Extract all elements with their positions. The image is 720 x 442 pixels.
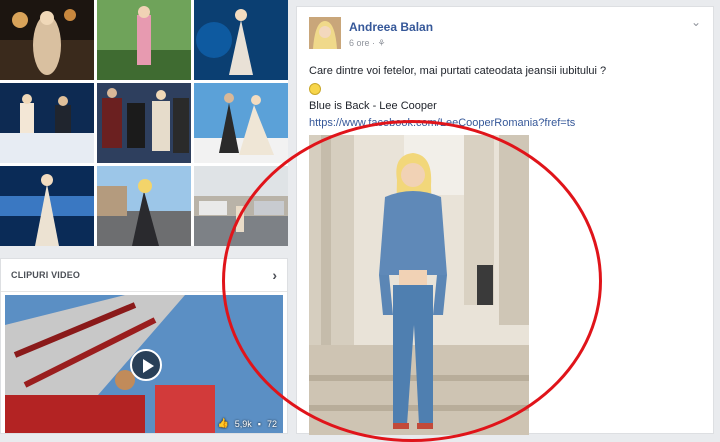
video-stats: 👍 5,9k ▪ 72	[218, 418, 277, 429]
globe-icon: ⚘	[377, 38, 386, 48]
photo-grid	[0, 0, 288, 246]
thumbnail-image	[194, 83, 288, 163]
photo-thumbnail[interactable]	[0, 83, 94, 163]
comment-icon: ▪	[257, 418, 261, 429]
post-author[interactable]: Andreea Balan	[349, 20, 433, 34]
thumbnail-image	[0, 83, 94, 163]
chevron-right-icon[interactable]: ›	[272, 267, 277, 283]
photo-thumbnail[interactable]	[97, 83, 191, 163]
thumbnail-image	[97, 166, 191, 246]
facebook-post: Andreea Balan 6 ore · ⚘ ⌄ Care dintre vo…	[296, 6, 714, 435]
like-icon: 👍	[217, 418, 229, 428]
thumbnail-image	[97, 0, 191, 80]
thumbnail-image	[194, 166, 288, 246]
clips-header: CLIPURI VIDEO ›	[1, 259, 287, 292]
thumbnail-image	[0, 166, 94, 246]
photo-thumbnail[interactable]	[0, 166, 94, 246]
clips-title: CLIPURI VIDEO	[11, 270, 81, 280]
video-thumbnail[interactable]: 👍 5,9k ▪ 72	[5, 295, 283, 433]
thumbnail-image	[194, 0, 288, 80]
avatar[interactable]	[309, 17, 341, 49]
thumbnail-image	[0, 0, 94, 80]
photo-thumbnail[interactable]	[97, 166, 191, 246]
video-clips-panel: CLIPURI VIDEO › 👍 5,9k ▪ 72	[0, 258, 288, 434]
avatar-image	[309, 17, 341, 49]
photo-thumbnail[interactable]	[97, 0, 191, 80]
post-text: Care dintre voi fetelor, mai purtati cat…	[309, 65, 607, 77]
photo-thumbnail[interactable]	[194, 0, 288, 80]
post-photo[interactable]	[309, 135, 529, 435]
post-subtitle: Blue is Back - Lee Cooper	[309, 100, 437, 112]
likes-count: 5,9k	[234, 418, 252, 429]
post-time[interactable]: 6 ore · ⚘	[349, 38, 386, 49]
post-time-text: 6 ore	[349, 38, 370, 48]
play-icon[interactable]	[130, 349, 162, 381]
post-photo-image	[309, 135, 529, 435]
chevron-down-icon[interactable]: ⌄	[691, 15, 701, 29]
comments-count: 72	[266, 418, 277, 429]
post-link[interactable]: https://www.facebook.com/LeeCooperRomani…	[309, 117, 575, 129]
smiley-emoji-icon	[309, 83, 321, 95]
photo-thumbnail[interactable]	[0, 0, 94, 80]
thumbnail-image	[97, 83, 191, 163]
photo-thumbnail[interactable]	[194, 166, 288, 246]
photo-thumbnail[interactable]	[194, 83, 288, 163]
left-column: CLIPURI VIDEO › 👍 5,9k ▪ 72	[0, 0, 288, 434]
